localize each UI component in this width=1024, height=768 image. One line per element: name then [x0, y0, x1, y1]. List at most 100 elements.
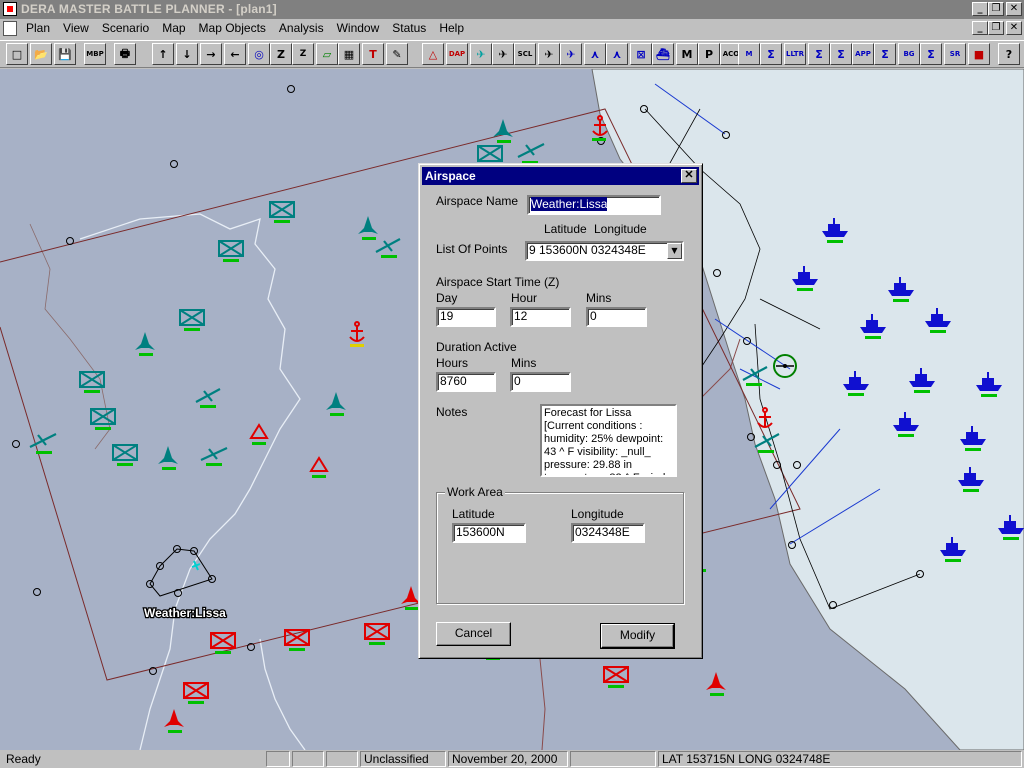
app-icon-tool[interactable]: APP [852, 43, 874, 65]
sigma-bar-icon[interactable]: Σ [830, 43, 852, 65]
lissa-marker [191, 560, 201, 571]
list-of-points-combo[interactable]: 9 153600N 0324348E ▼ [525, 241, 684, 261]
ship-icon[interactable]: ⛴ [652, 43, 674, 65]
new-file-icon[interactable]: □ [6, 43, 28, 65]
sr-icon[interactable]: SR [944, 43, 966, 65]
sigma-icon[interactable]: Σ [760, 43, 782, 65]
airspace-label: Weather:Lissa [144, 606, 226, 620]
hour-label: Hour [511, 291, 538, 305]
status-classification: Unclassified [360, 751, 446, 767]
modify-button[interactable]: Modify [600, 623, 675, 649]
zoom-out-icon[interactable]: Z [292, 43, 314, 65]
save-icon[interactable]: 💾 [54, 43, 76, 65]
m-summary-icon[interactable]: M [738, 43, 760, 65]
jet-icon[interactable]: ✈ [538, 43, 560, 65]
mins-label: Mins [586, 291, 612, 305]
open-folder-icon[interactable]: 📂 [30, 43, 52, 65]
status-pane-4 [570, 751, 656, 767]
duration-mins-label: Mins [511, 356, 537, 370]
menu-map-objects[interactable]: Map Objects [199, 21, 266, 35]
notes-textarea[interactable]: Forecast for Lissa [Current conditions :… [540, 404, 677, 477]
cancel-button[interactable]: Cancel [436, 622, 511, 646]
dialog-title: Airspace [425, 169, 476, 183]
unit-box-icon[interactable]: ⊠ [630, 43, 652, 65]
sam-blue-icon[interactable]: ⋏ [606, 43, 628, 65]
menu-plan[interactable]: Plan [26, 21, 50, 35]
duration-mins-input[interactable]: 0 [510, 372, 571, 392]
arrow-down-icon[interactable]: ↓ [176, 43, 198, 65]
map-layer-icon[interactable]: ▱ [316, 43, 338, 65]
status-pane-1 [266, 751, 290, 767]
airbase-icon[interactable]: ✈ [560, 43, 582, 65]
lltr-icon[interactable]: LLTR [784, 43, 806, 65]
lissa-polygon[interactable] [149, 548, 213, 597]
document-window-controls: _ ❐ ✕ [972, 21, 1022, 35]
window-controls: _ ❐ ✕ [972, 2, 1022, 16]
hours-input[interactable]: 8760 [436, 372, 496, 392]
app-icon[interactable] [3, 2, 17, 16]
wa-longitude-input[interactable]: 0324348E [571, 523, 645, 543]
minimize-button[interactable]: _ [972, 2, 988, 16]
doc-minimize-button[interactable]: _ [972, 21, 988, 35]
grid-icon[interactable]: ▦ [338, 43, 360, 65]
status-ready: Ready [6, 752, 41, 766]
day-input[interactable]: 19 [436, 307, 496, 327]
sam-site-icon[interactable]: △ [422, 43, 444, 65]
menu-analysis[interactable]: Analysis [279, 21, 324, 35]
hours-label: Hours [436, 356, 469, 370]
coastline [79, 213, 301, 750]
menu-scenario[interactable]: Scenario [102, 21, 149, 35]
menu-status[interactable]: Status [392, 21, 426, 35]
dialog-title-bar: Airspace ✕ [422, 167, 699, 185]
zoom-in-icon[interactable]: Z [270, 43, 292, 65]
cap-icon[interactable]: ✈ [470, 43, 492, 65]
zoom-center-icon[interactable]: ◎ [248, 43, 270, 65]
doc-close-button[interactable]: ✕ [1006, 21, 1022, 35]
sigma-globe-icon[interactable]: Σ [920, 43, 942, 65]
close-button[interactable]: ✕ [1006, 2, 1022, 16]
anchor-marker [350, 344, 364, 347]
hour-input[interactable]: 12 [510, 307, 571, 327]
airspace-name-label: Airspace Name [436, 194, 519, 208]
wa-latitude-label: Latitude [452, 507, 495, 521]
airspace-name-value: Weather:Lissa [531, 197, 608, 211]
help-icon[interactable]: ? [998, 43, 1020, 65]
stop-icon[interactable]: ■ [968, 43, 990, 65]
menu-window[interactable]: Window [337, 21, 380, 35]
mbp-icon[interactable]: MBP [84, 43, 106, 65]
menu-help[interactable]: Help [439, 21, 464, 35]
status-pane-2 [292, 751, 324, 767]
mins-input[interactable]: 0 [586, 307, 647, 327]
status-pane-3 [326, 751, 358, 767]
chevron-down-icon[interactable]: ▼ [667, 243, 682, 259]
menu-map[interactable]: Map [162, 21, 185, 35]
scl-icon[interactable]: SCL [514, 43, 536, 65]
status-date: November 20, 2000 [448, 751, 568, 767]
latitude-header: Latitude [544, 222, 587, 236]
maximize-button[interactable]: ❐ [988, 2, 1004, 16]
dapi-icon[interactable]: DAP [446, 43, 468, 65]
dialog-close-button[interactable]: ✕ [681, 169, 697, 183]
arrow-left-icon[interactable]: ← [224, 43, 246, 65]
title-bar: DERA MASTER BATTLE PLANNER - [plan1] _ ❐… [0, 0, 1024, 19]
arrow-up-icon[interactable]: ↑ [152, 43, 174, 65]
wa-latitude-input[interactable]: 153600N [452, 523, 526, 543]
p-tool-icon[interactable]: P [698, 43, 720, 65]
missile-site-icon[interactable]: ⋏ [584, 43, 606, 65]
sigma-app-icon[interactable]: Σ [874, 43, 896, 65]
airspace-name-input[interactable]: Weather:Lissa [527, 195, 661, 215]
pencil-icon[interactable]: ✎ [386, 43, 408, 65]
doc-maximize-button[interactable]: ❐ [988, 21, 1004, 35]
bg-icon[interactable]: BG [898, 43, 920, 65]
aircraft-icon[interactable]: ✈ [492, 43, 514, 65]
menu-view[interactable]: View [63, 21, 89, 35]
document-icon[interactable] [3, 21, 17, 36]
text-tool-icon[interactable]: T [362, 43, 384, 65]
wa-longitude-label: Longitude [571, 507, 624, 521]
day-label: Day [436, 291, 458, 305]
m-tool-icon[interactable]: M [676, 43, 698, 65]
print-icon[interactable]: 🖶 [114, 43, 136, 65]
sigma-chart-icon[interactable]: Σ [808, 43, 830, 65]
arrow-right-icon[interactable]: → [200, 43, 222, 65]
status-bar: Ready Unclassified November 20, 2000 LAT… [0, 750, 1024, 768]
